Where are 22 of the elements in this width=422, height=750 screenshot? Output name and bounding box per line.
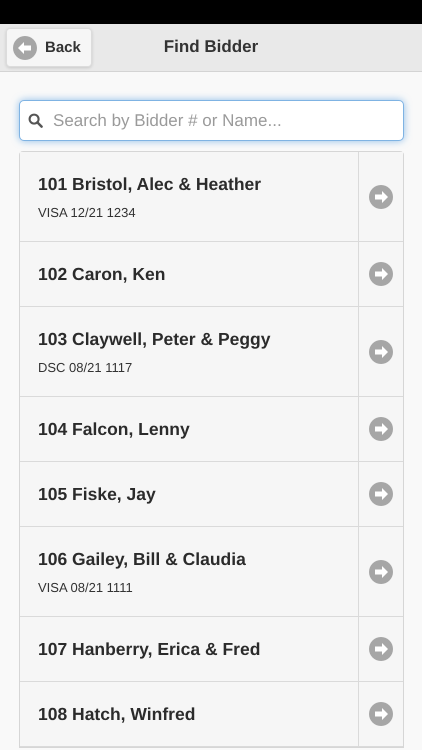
- back-button[interactable]: Back: [6, 28, 92, 67]
- bidder-item[interactable]: 102 Caron, Ken: [20, 242, 359, 306]
- bidder-item[interactable]: 108 Hatch, Winfred: [20, 682, 359, 746]
- bidder-name: 104 Falcon, Lenny: [38, 418, 191, 440]
- bidder-name: 107 Hanberry, Erica & Fred: [38, 638, 262, 660]
- bidder-item[interactable]: 106 Gailey, Bill & Claudia VISA 08/21 1111: [20, 527, 359, 616]
- card-info: VISA 12/21 1234: [38, 204, 137, 220]
- bidder-name: 103 Claywell, Peter & Peggy: [38, 328, 272, 350]
- bidder-name: 105 Fiske, Jay: [38, 484, 157, 504]
- card-info: DSC 08/21 1117: [38, 360, 134, 374]
- bidder-item[interactable]: 105 Fiske, Jay: [20, 462, 359, 526]
- bidder-item[interactable]: 104 Falcon, Lenny: [20, 397, 359, 461]
- search-field[interactable]: Search by Bidder # or Name...: [19, 100, 404, 141]
- bidder-item[interactable]: 101 Bristol, Alec & Heather VISA 12/21 1234: [20, 152, 359, 241]
- bidder-name: 102 Caron, Ken: [38, 264, 166, 284]
- bidder-name: 108 Hatch, Winfred: [38, 704, 196, 724]
- page-title: Find Bidder: [164, 37, 258, 57]
- bidder-name: 101 Bristol, Alec & Heather: [38, 174, 262, 194]
- bidder-item[interactable]: 107 Hanberry, Erica & Fred: [20, 617, 359, 681]
- bidder-item[interactable]: 103 Claywell, Peter & Peggy DSC 08/21 1117: [20, 307, 359, 396]
- bidder-name: 106 Gailey, Bill & Claudia: [38, 548, 247, 570]
- card-info: VISA 08/21 1111: [38, 580, 134, 594]
